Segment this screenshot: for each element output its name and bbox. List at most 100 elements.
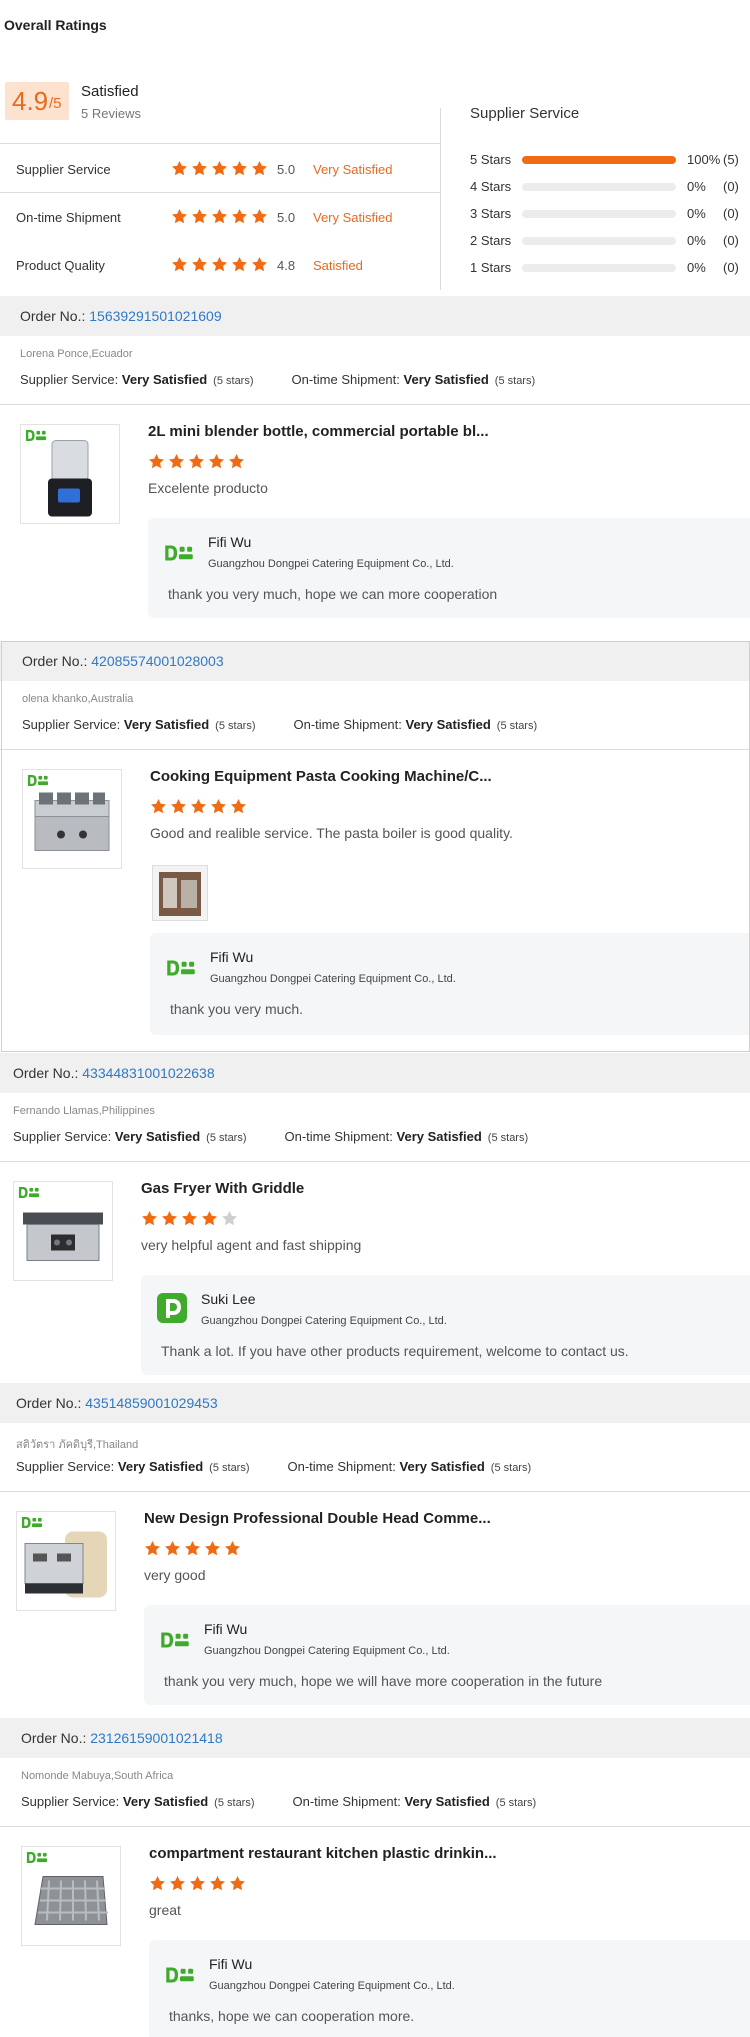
seller-company: Guangzhou Dongpei Catering Equipment Co.… [209, 1980, 455, 1992]
divider [0, 1161, 750, 1162]
order-label: Order No.: [22, 653, 92, 669]
ontime-shipment-label: On-time Shipment: [291, 372, 404, 387]
product-photo [42, 438, 98, 521]
distribution-percent: 100% [687, 152, 721, 167]
supplier-service-value: Very Satisfied [123, 717, 210, 732]
supplier-service-stars: (5 stars) [206, 1132, 247, 1144]
star-icon [211, 208, 228, 225]
seller-reply: Fifi Wu Guangzhou Dongpei Catering Equipm… [144, 1605, 750, 1705]
rating-label: On-time Shipment [16, 210, 121, 225]
supplier-service-label: Supplier Service: [22, 717, 124, 732]
star-icon [150, 798, 167, 815]
distribution-bar-fill [522, 156, 676, 164]
reviews-count: 5 Reviews [81, 106, 141, 121]
rating-value: 5.0 [277, 210, 296, 225]
star-icon [251, 208, 268, 225]
product-title[interactable]: compartment restaurant kitchen plastic d… [149, 1845, 497, 1862]
product-image[interactable] [13, 1181, 113, 1281]
distribution-label: 1 Stars [470, 260, 512, 275]
order-number: Order No.: 42085574001028003 [22, 653, 224, 669]
distribution-bar [522, 264, 676, 272]
ontime-shipment-label: On-time Shipment: [284, 1129, 397, 1144]
star-icon [148, 453, 165, 470]
star-icon [189, 1875, 206, 1892]
divider [0, 192, 440, 193]
star-icon [231, 256, 248, 273]
star-icon [171, 160, 188, 177]
product-title[interactable]: Gas Fryer With Griddle [141, 1180, 304, 1197]
supplier-service-stars: (5 stars) [215, 720, 256, 732]
distribution-bar [522, 183, 676, 191]
service-ratings: Supplier Service: Very Satisfied (5 stars… [16, 1459, 531, 1474]
order-label: Order No.: [13, 1065, 83, 1081]
brand-logo-icon [18, 1186, 40, 1202]
order-bar: Order No.: 42085574001028003 [0, 641, 750, 681]
reviewer-name: Nomonde Mabuya,South Africa [21, 1770, 174, 1782]
order-number: Order No.: 43344831001022638 [13, 1065, 215, 1081]
rating-text: Very Satisfied [313, 210, 393, 225]
product-photo [31, 788, 113, 861]
review-comment: very good [144, 1567, 206, 1583]
distribution-row: 3 Stars 0% (0) [470, 204, 750, 224]
star-icon [211, 256, 228, 273]
seller-avatar-icon [165, 1966, 195, 1987]
rating-label: Product Quality [16, 258, 105, 273]
product-image[interactable] [16, 1511, 116, 1611]
order-bar: Order No.: 43514859001029453 [0, 1383, 750, 1423]
seller-company: Guangzhou Dongpei Catering Equipment Co.… [208, 558, 454, 570]
product-photo [21, 1204, 105, 1269]
seller-avatar-icon [157, 1293, 187, 1326]
star-icon [251, 256, 268, 273]
product-image[interactable] [22, 769, 122, 869]
order-number-link[interactable]: 15639291501021609 [89, 308, 221, 324]
ontime-shipment-label: On-time Shipment: [292, 1794, 405, 1809]
reviewer-name: Lorena Ponce,Ecuador [20, 348, 133, 360]
star-icon [231, 160, 248, 177]
product-title[interactable]: 2L mini blender bottle, commercial porta… [148, 423, 489, 440]
order-number-link[interactable]: 43514859001029453 [85, 1395, 217, 1411]
star-icon [171, 208, 188, 225]
distribution-bar [522, 156, 676, 164]
seller-avatar-icon [160, 1631, 190, 1652]
supplier-service-stars: (5 stars) [213, 375, 254, 387]
order-number-link[interactable]: 42085574001028003 [91, 653, 223, 669]
supplier-service-label: Supplier Service: [13, 1129, 115, 1144]
distribution-row: 2 Stars 0% (0) [470, 231, 750, 251]
service-ratings: Supplier Service: Very Satisfied (5 stars… [20, 372, 535, 387]
seller-name: Fifi Wu [208, 534, 252, 550]
product-title[interactable]: New Design Professional Double Head Comm… [144, 1510, 491, 1527]
star-icon [228, 453, 245, 470]
product-star-rating [150, 798, 250, 815]
order-bar: Order No.: 23126159001021418 [0, 1718, 750, 1758]
product-title[interactable]: Cooking Equipment Pasta Cooking Machine/… [150, 768, 492, 785]
review-photo-thumbnail[interactable] [152, 865, 208, 921]
ontime-shipment-value: Very Satisfied [396, 1129, 482, 1144]
seller-name: Fifi Wu [209, 1956, 253, 1972]
star-icon [191, 160, 208, 177]
order-number-link[interactable]: 23126159001021418 [90, 1730, 222, 1746]
product-image[interactable] [20, 424, 120, 524]
brand-logo-icon [26, 1851, 48, 1867]
order-number-link[interactable]: 43344831001022638 [82, 1065, 214, 1081]
rating-row-product-quality: Product Quality 4.8 Satisfied [0, 251, 440, 281]
seller-reply-message: thank you very much. [170, 1001, 304, 1017]
star-icon [188, 453, 205, 470]
star-icon [144, 1540, 161, 1557]
star-icon [204, 1540, 221, 1557]
product-star-rating [149, 1875, 249, 1892]
seller-avatar-icon [166, 959, 196, 980]
order-number: Order No.: 15639291501021609 [20, 308, 222, 324]
seller-reply-message: Thank a lot. If you have other products … [161, 1343, 629, 1359]
star-icon [171, 256, 188, 273]
overall-score-suffix: /5 [49, 95, 62, 112]
supplier-service-value: Very Satisfied [117, 1459, 204, 1474]
star-icon [191, 208, 208, 225]
distribution-row: 5 Stars 100% (5) [470, 150, 750, 170]
distribution-label: 4 Stars [470, 179, 512, 194]
ontime-shipment-value: Very Satisfied [404, 1794, 490, 1809]
divider [0, 1491, 750, 1492]
product-image[interactable] [21, 1846, 121, 1946]
reviewer-name: olena khanko,Australia [22, 693, 134, 705]
order-bar: Order No.: 43344831001022638 [0, 1053, 750, 1093]
star-icon [149, 1875, 166, 1892]
